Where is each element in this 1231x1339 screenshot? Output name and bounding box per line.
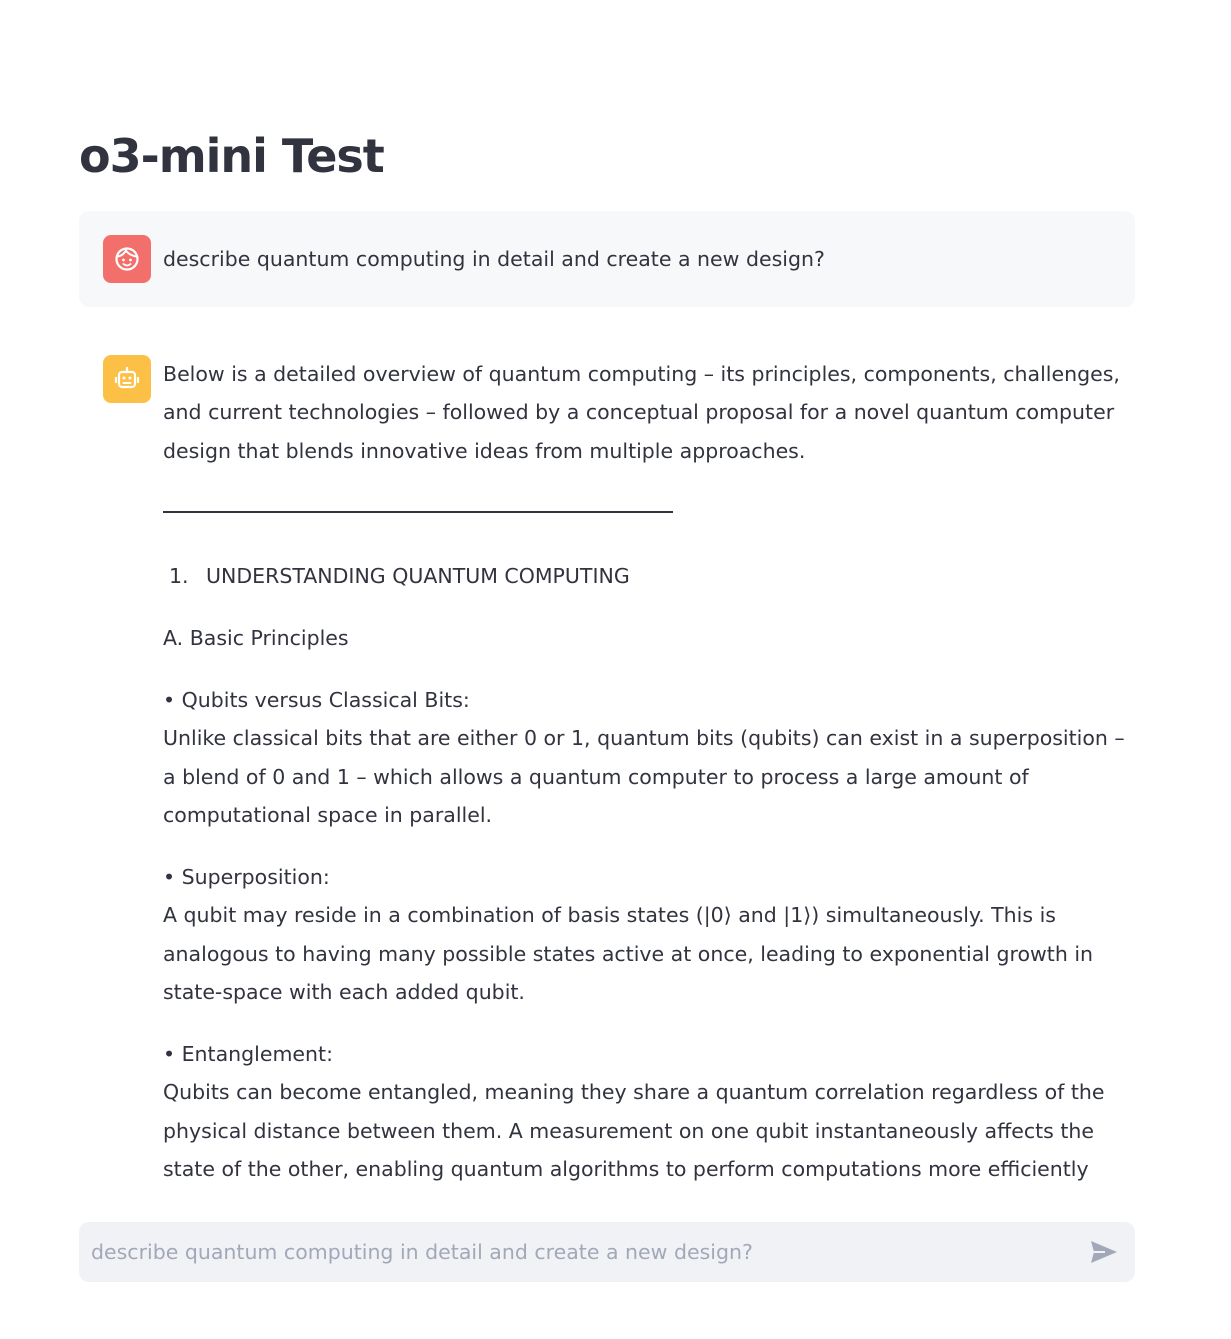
user-message-text: describe quantum computing in detail and… bbox=[163, 247, 825, 271]
user-message: describe quantum computing in detail and… bbox=[79, 211, 1135, 307]
assistant-intro: Below is a detailed overview of quantum … bbox=[163, 362, 1120, 463]
chat-input-container bbox=[79, 1222, 1135, 1282]
point-body: Unlike classical bits that are either 0 … bbox=[163, 726, 1125, 828]
send-icon bbox=[1091, 1241, 1117, 1263]
point-heading: • Superposition: bbox=[163, 865, 330, 889]
page-title: o3-mini Test bbox=[79, 129, 385, 183]
send-button[interactable] bbox=[1087, 1236, 1121, 1268]
point-superposition: • Superposition: A qubit may reside in a… bbox=[163, 858, 1135, 1012]
section-title: UNDERSTANDING QUANTUM COMPUTING bbox=[206, 564, 630, 588]
point-body: Qubits can become entangled, meaning the… bbox=[163, 1080, 1105, 1182]
section-number: 1. bbox=[169, 564, 189, 588]
robot-icon bbox=[114, 366, 140, 389]
point-qubits: • Qubits versus Classical Bits: Unlike c… bbox=[163, 681, 1135, 835]
point-entanglement: • Entanglement: Qubits can become entang… bbox=[163, 1035, 1135, 1185]
assistant-avatar bbox=[103, 355, 151, 403]
point-heading: • Entanglement: bbox=[163, 1042, 333, 1066]
user-avatar bbox=[103, 235, 151, 283]
assistant-message: Below is a detailed overview of quantum … bbox=[163, 355, 1135, 1185]
point-body: A qubit may reside in a combination of b… bbox=[163, 903, 1094, 1005]
point-heading: • Qubits versus Classical Bits: bbox=[163, 688, 470, 712]
section-heading: 1. UNDERSTANDING QUANTUM COMPUTING bbox=[169, 557, 630, 595]
app-root: o3-mini Test describe quantum computing … bbox=[0, 0, 1231, 1339]
chat-input[interactable] bbox=[91, 1222, 1071, 1282]
subsection-heading: A. Basic Principles bbox=[163, 626, 349, 650]
face-icon bbox=[115, 247, 139, 271]
horizontal-rule bbox=[163, 511, 673, 513]
